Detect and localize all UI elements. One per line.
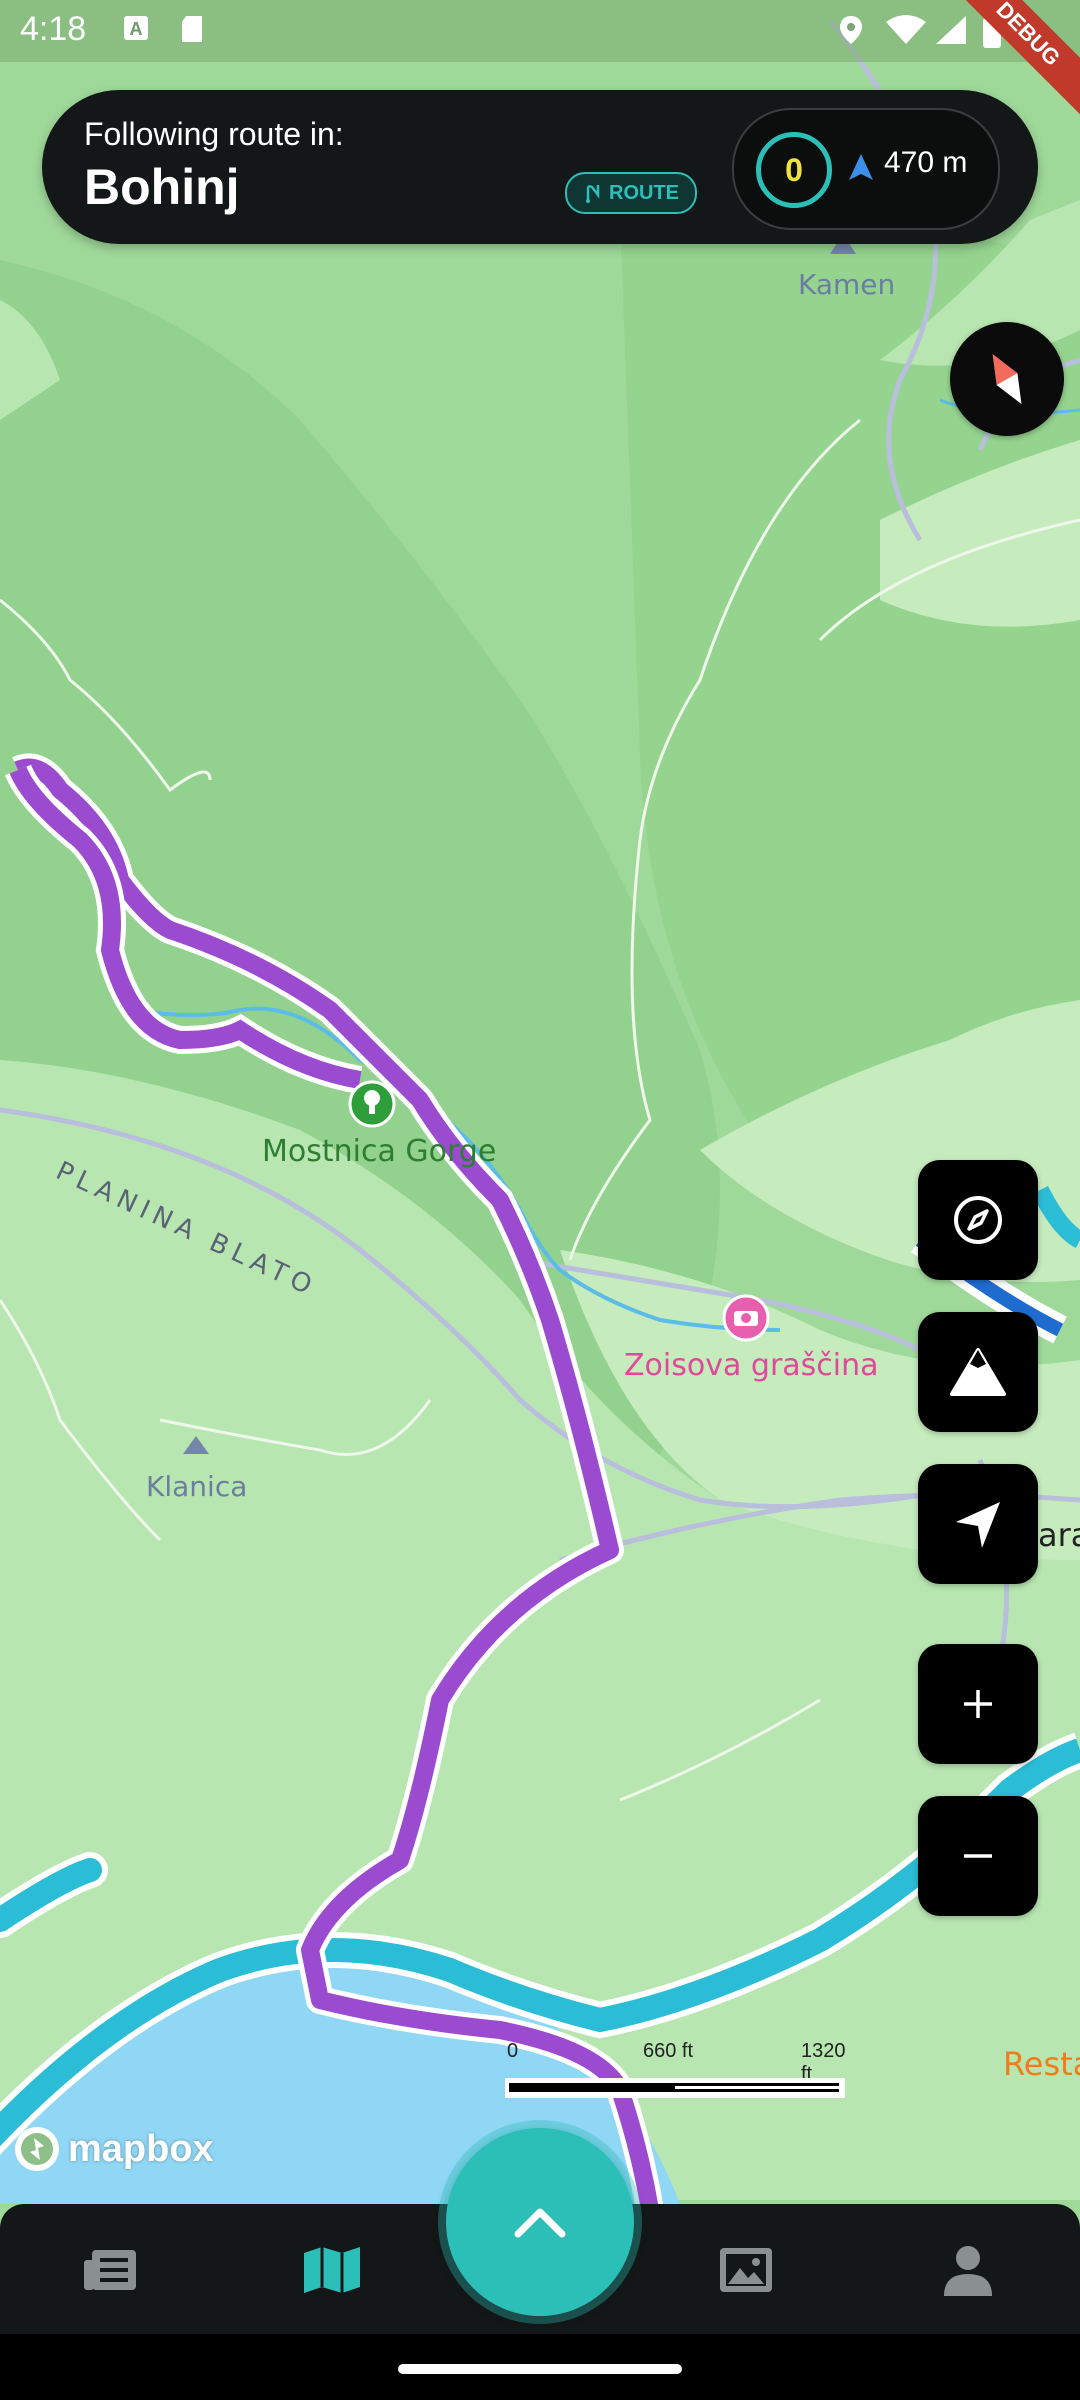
map-icon [304,2247,360,2293]
map-label-klanica: Klanica [146,1470,248,1503]
explore-icon [954,1196,1002,1244]
map-label-ara: ara [1038,1516,1080,1554]
waypoint-counter: 0 [756,132,832,208]
distance-readout: 470 m [884,146,968,179]
route-icon [586,185,600,203]
navigation-pill[interactable]: 0 470 m [732,108,1000,230]
status-time: 4:18 [20,10,87,48]
mountain-icon [950,1348,1006,1396]
route-badge[interactable]: ROUTE [565,172,697,214]
mapbox-icon [15,2127,59,2171]
map-label-restaurant[interactable]: Resta [1003,2045,1080,2083]
route-label: Following route in: [84,116,344,152]
font-icon: A [124,16,148,40]
signal-icon [936,16,966,44]
gallery-icon [720,2248,772,2292]
news-icon [84,2250,136,2290]
status-bar: 4:18 A [0,0,1080,62]
sd-card-icon [182,16,202,42]
scale-label-mid: 660 ft [643,2040,694,2062]
compass-button[interactable] [950,322,1064,436]
route-name: Bohinj [84,159,240,215]
navigation-icon [956,1502,1000,1548]
expand-fab[interactable] [446,2128,634,2316]
compass-mode-button[interactable] [918,1160,1038,1280]
home-gesture-bar[interactable] [398,2364,682,2374]
plus-icon [964,1690,992,1718]
nav-profile[interactable] [938,2244,998,2296]
svg-text:A: A [130,19,143,39]
profile-icon [944,2246,992,2296]
zoom-out-button[interactable] [918,1796,1038,1916]
map-scale-bar: 0 660 ft 1320 ft [503,2040,846,2100]
map-label-kamen: Kamen [798,268,896,301]
compass-needle-icon [992,353,1022,405]
nav-gallery[interactable] [716,2244,776,2296]
location-icon [840,16,862,44]
scale-label-zero: 0 [507,2040,519,2062]
scale-bar-graphic [505,2078,845,2098]
map-label-mostnica-gorge[interactable]: Mostnica Gorge [262,1134,496,1169]
route-card[interactable]: Following route in: Bohinj ROUTE 0 470 m [42,90,1038,244]
map-label-zoisova-grascina[interactable]: Zoisova graščina [624,1348,879,1383]
terrain-button[interactable] [918,1312,1038,1432]
zoom-in-button[interactable] [918,1644,1038,1764]
mapbox-attribution: mapbox [68,2127,214,2170]
route-badge-label: ROUTE [609,182,679,204]
wifi-icon [886,15,926,44]
navigation-arrow-icon [849,154,873,180]
recenter-button[interactable] [918,1464,1038,1584]
chevron-up-icon [514,2208,566,2238]
minus-icon [964,1854,992,1858]
nav-map[interactable] [302,2244,362,2296]
mapbox-logo[interactable]: mapbox [12,2124,214,2174]
nav-news[interactable] [80,2244,140,2296]
